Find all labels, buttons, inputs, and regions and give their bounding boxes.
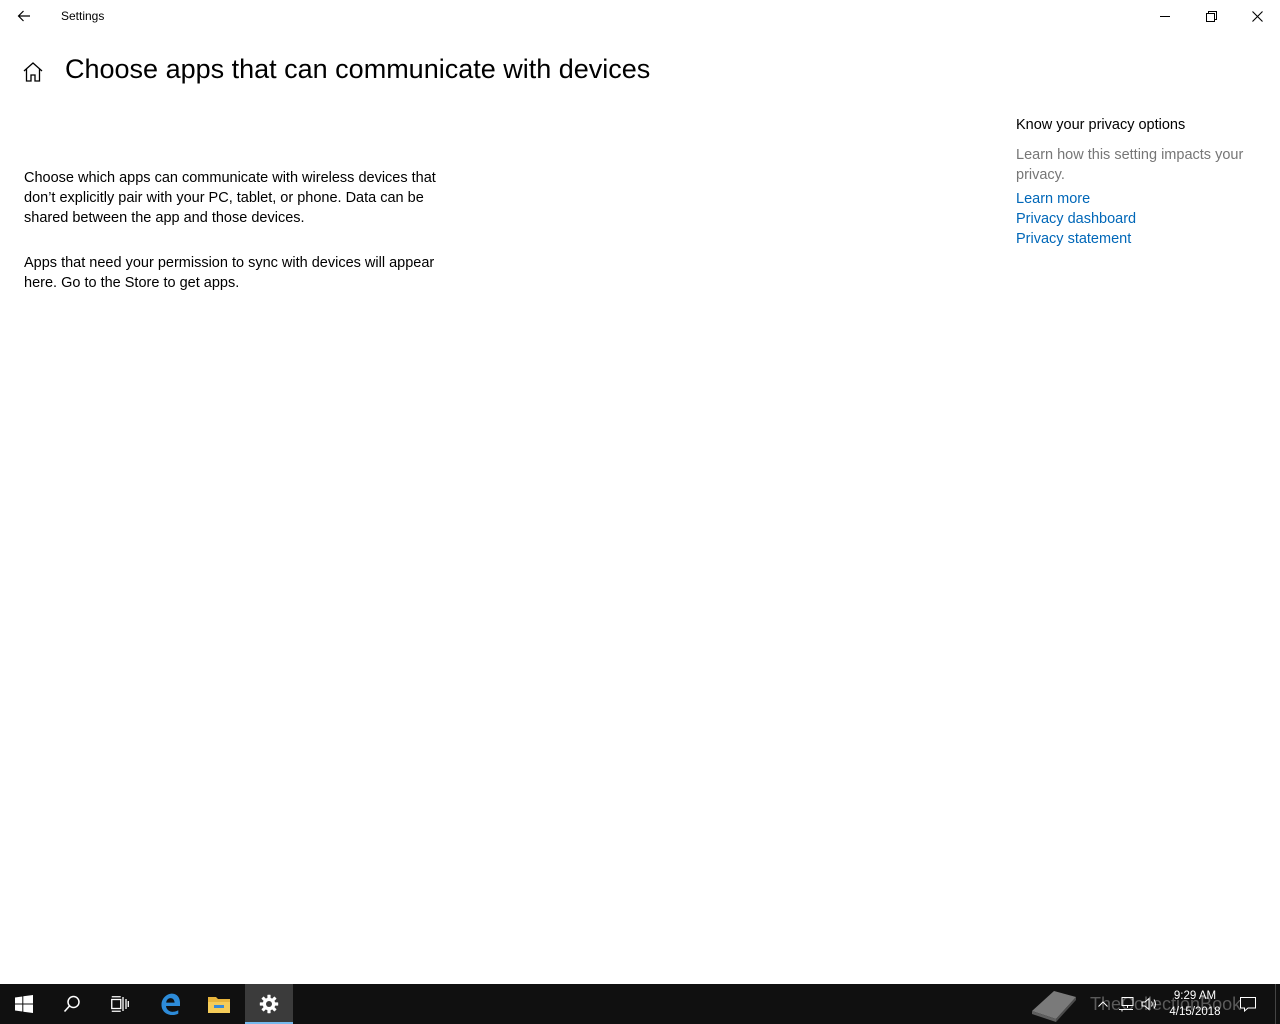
home-button[interactable] [22,60,46,86]
learn-more-link[interactable]: Learn more [1016,191,1090,207]
minimize-icon [1160,16,1170,17]
network-icon [1119,996,1134,1011]
show-desktop-button[interactable] [1275,984,1280,1024]
back-arrow-icon [17,10,30,22]
page-description: Choose which apps can communicate with w… [24,170,436,226]
privacy-statement-link[interactable]: Privacy statement [1016,231,1131,247]
edge-icon [161,993,180,1016]
search-button[interactable] [48,984,96,1024]
minimize-button[interactable] [1142,0,1188,32]
privacy-dashboard-link[interactable]: Privacy dashboard [1016,211,1136,227]
page-title: Choose apps that can communicate with de… [65,54,651,84]
clock-time: 9:29 AM [1173,990,1217,1002]
file-explorer-icon [208,997,230,1013]
book-logo-icon [1032,991,1076,1022]
file-explorer-taskbar-button[interactable] [195,984,243,1024]
start-button[interactable] [0,984,48,1024]
task-view-icon [111,996,129,1012]
show-hidden-icons-button[interactable] [1094,984,1112,1024]
back-button[interactable] [0,0,48,32]
no-apps-message: Apps that need your permission to sync w… [24,255,435,291]
notification-icon [1240,996,1256,1012]
close-icon [1251,10,1263,22]
taskbar: TheCollectionBook 9:29 AM 4/15/2018 [0,984,1280,1024]
search-icon [63,995,80,1013]
restore-icon [1205,10,1217,22]
volume-icon [1141,997,1156,1011]
settings-taskbar-button[interactable] [245,984,293,1024]
clock[interactable]: 9:29 AM 4/15/2018 [1160,988,1230,1020]
edge-taskbar-button[interactable] [146,984,194,1024]
title-bar: Settings [0,0,1280,32]
windows-start-icon [15,995,33,1013]
privacy-options-heading: Know your privacy options [1016,117,1186,133]
task-view-button[interactable] [96,984,144,1024]
clock-date: 4/15/2018 [1169,1006,1221,1018]
network-button[interactable] [1116,984,1136,1024]
settings-gear-icon [259,994,279,1014]
home-icon [23,62,43,82]
privacy-options-description: Learn how this setting impacts your priv… [1016,147,1244,183]
window-title: Settings [61,9,105,23]
close-button[interactable] [1234,0,1280,32]
restore-button[interactable] [1188,0,1234,32]
chevron-up-icon [1098,1001,1108,1007]
action-center-button[interactable] [1236,984,1260,1024]
volume-button[interactable] [1140,984,1160,1024]
